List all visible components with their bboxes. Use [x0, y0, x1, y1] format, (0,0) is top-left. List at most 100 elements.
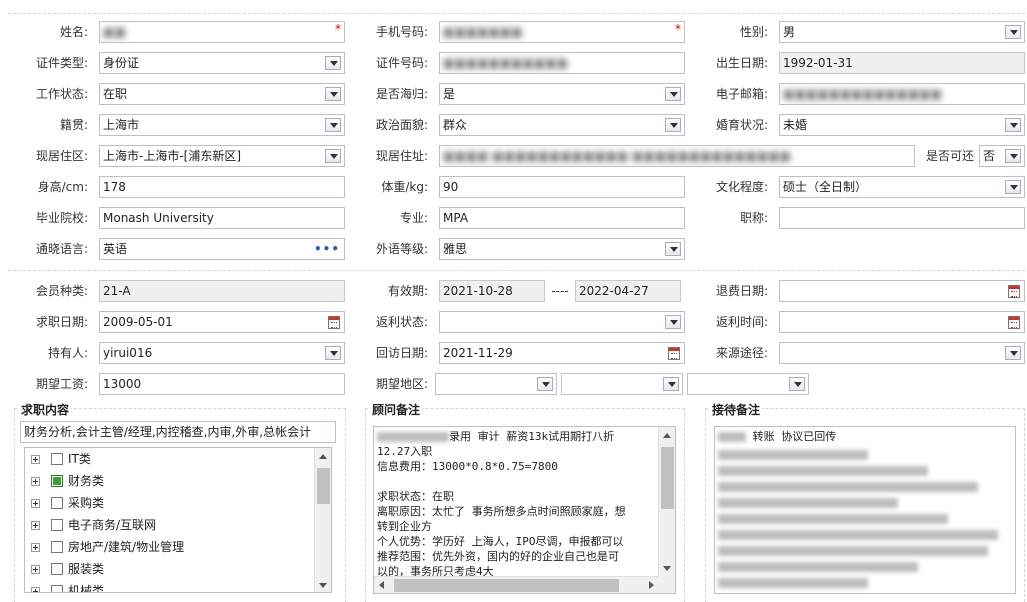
chevron-down-icon — [1005, 118, 1021, 132]
calendar-icon[interactable] — [1008, 316, 1020, 329]
expected-region-province-select[interactable] — [435, 373, 557, 395]
school-label: 毕业院校: — [35, 211, 88, 225]
political-select[interactable]: 群众 — [439, 114, 685, 136]
validity-from-field: 2021-10-28 — [439, 280, 545, 302]
checkbox[interactable] — [51, 497, 63, 509]
expected-region-label: 期望地区: — [375, 377, 428, 391]
scroll-down-icon[interactable] — [663, 566, 671, 571]
major-label: 专业: — [399, 211, 428, 225]
top-divider — [8, 13, 1025, 14]
redacted-name — [718, 432, 746, 442]
scroll-thumb[interactable] — [394, 579, 619, 592]
work-status-select[interactable]: 在职 — [99, 83, 345, 105]
chevron-down-icon — [665, 118, 681, 132]
scroll-up-icon[interactable] — [663, 433, 671, 438]
rebate-status-select[interactable] — [439, 311, 685, 333]
title-label: 职称: — [739, 211, 768, 225]
rebate-time-field[interactable] — [779, 311, 1025, 333]
residence-area-select[interactable]: 上海市-上海市-[浦东新区] — [99, 145, 345, 167]
chevron-down-icon — [325, 346, 341, 360]
checkbox[interactable] — [51, 563, 63, 575]
expected-salary-field[interactable]: 13000 — [99, 373, 345, 395]
returnee-select[interactable]: 是 — [439, 83, 685, 105]
id-type-select[interactable]: 身份证 — [99, 52, 345, 74]
notes-vscrollbar[interactable] — [658, 427, 675, 577]
calendar-icon[interactable] — [1008, 285, 1020, 298]
scroll-up-icon[interactable] — [319, 454, 327, 459]
member-type-label: 会员种类: — [35, 284, 88, 298]
checkbox[interactable] — [51, 541, 63, 553]
job-search-date-field[interactable]: 2009-05-01 — [99, 311, 345, 333]
foreign-level-label: 外语等级: — [375, 242, 428, 256]
scroll-thumb[interactable] — [317, 468, 330, 504]
notes-hscrollbar[interactable] — [374, 576, 660, 593]
advisor-notes-textarea[interactable]: 录用 审计 薪资13k试用期打八折 12.27入职 信息费用：13000*0.8… — [373, 426, 676, 594]
id-type-label: 证件类型: — [35, 56, 88, 70]
address-field[interactable]: ■■■■ ■■■■■■■■■■■■ ■■■■■■■■■■■■■■ — [439, 145, 915, 167]
scroll-left-icon[interactable] — [379, 581, 384, 589]
gender-select[interactable]: 男 — [779, 21, 1025, 43]
expand-icon[interactable] — [31, 499, 40, 508]
validity-to-field: 2022-04-27 — [575, 280, 681, 302]
native-place-select[interactable]: 上海市 — [99, 114, 345, 136]
chevron-down-icon — [1005, 346, 1021, 360]
expected-region-city-select[interactable] — [561, 373, 683, 395]
mobile-field[interactable]: ■■■■■■■ — [439, 21, 685, 43]
checkbox[interactable] — [51, 475, 63, 487]
calendar-icon[interactable] — [328, 316, 340, 329]
scroll-thumb[interactable] — [661, 447, 674, 509]
email-field[interactable]: ■■■■■■■■■■■■■■ — [779, 83, 1025, 105]
redacted-notes — [718, 450, 1011, 588]
height-label: 身高/cm: — [37, 180, 88, 194]
language-field[interactable]: 英语 ••• — [99, 238, 345, 260]
weight-label: 体重/kg: — [381, 180, 428, 194]
expand-icon[interactable] — [31, 521, 40, 530]
chevron-down-icon — [789, 377, 805, 391]
validity-label: 有效期: — [387, 284, 428, 298]
major-field[interactable]: MPA — [439, 207, 685, 229]
redacted-name — [377, 432, 449, 442]
job-category-tree[interactable]: IT类 财务类 采购类 电子商务/互联网 房地产/建筑/物业管理 服装类 机械类 — [24, 447, 332, 593]
native-place-label: 籍贯: — [59, 118, 88, 132]
job-content-summary[interactable]: 财务分析,会计主管/经理,内控稽查,内审,外审,总帐会计 — [20, 421, 336, 443]
email-label: 电子邮箱: — [715, 87, 768, 101]
tree-scrollbar[interactable] — [314, 448, 331, 592]
advisor-notes-title: 顾问备注 — [370, 401, 423, 418]
expand-icon[interactable] — [31, 455, 40, 464]
height-field[interactable]: 178 — [99, 176, 345, 198]
checkbox[interactable] — [51, 519, 63, 531]
scroll-right-icon[interactable] — [649, 581, 654, 589]
birthdate-label: 出生日期: — [715, 56, 768, 70]
visitable-select[interactable]: 否 — [979, 145, 1025, 167]
expand-icon[interactable] — [31, 543, 40, 552]
refund-date-field[interactable] — [779, 280, 1025, 302]
visit-date-field[interactable]: 2021-11-29 — [439, 342, 685, 364]
id-number-label: 证件号码: — [375, 56, 428, 70]
scroll-corner — [658, 576, 675, 593]
name-label: 姓名: — [59, 25, 88, 39]
job-content-title: 求职内容 — [19, 401, 72, 418]
title-field[interactable] — [779, 207, 1025, 229]
expected-salary-label: 期望工资: — [35, 377, 88, 391]
foreign-level-select[interactable]: 雅思 — [439, 238, 685, 260]
checkbox[interactable] — [51, 585, 63, 592]
reception-notes-textarea[interactable]: 转账 协议已回传 — [714, 426, 1016, 594]
more-icon[interactable]: ••• — [314, 239, 340, 259]
name-field[interactable]: ■■ — [99, 21, 345, 43]
expand-icon[interactable] — [31, 565, 40, 574]
school-field[interactable]: Monash University — [99, 207, 345, 229]
chevron-down-icon — [665, 315, 681, 329]
checkbox[interactable] — [51, 453, 63, 465]
expected-region-district-select[interactable] — [687, 373, 809, 395]
weight-field[interactable]: 90 — [439, 176, 685, 198]
source-select[interactable] — [779, 342, 1025, 364]
holder-select[interactable]: yirui016 — [99, 342, 345, 364]
marital-select[interactable]: 未婚 — [779, 114, 1025, 136]
id-number-field[interactable]: ■■■■■■■■■■■ — [439, 52, 685, 74]
education-select[interactable]: 硕士（全日制） — [779, 176, 1025, 198]
expand-icon[interactable] — [31, 477, 40, 486]
residence-area-label: 现居住区: — [35, 149, 88, 163]
calendar-icon[interactable] — [668, 347, 680, 360]
scroll-down-icon[interactable] — [319, 583, 327, 588]
expand-icon[interactable] — [31, 587, 40, 592]
